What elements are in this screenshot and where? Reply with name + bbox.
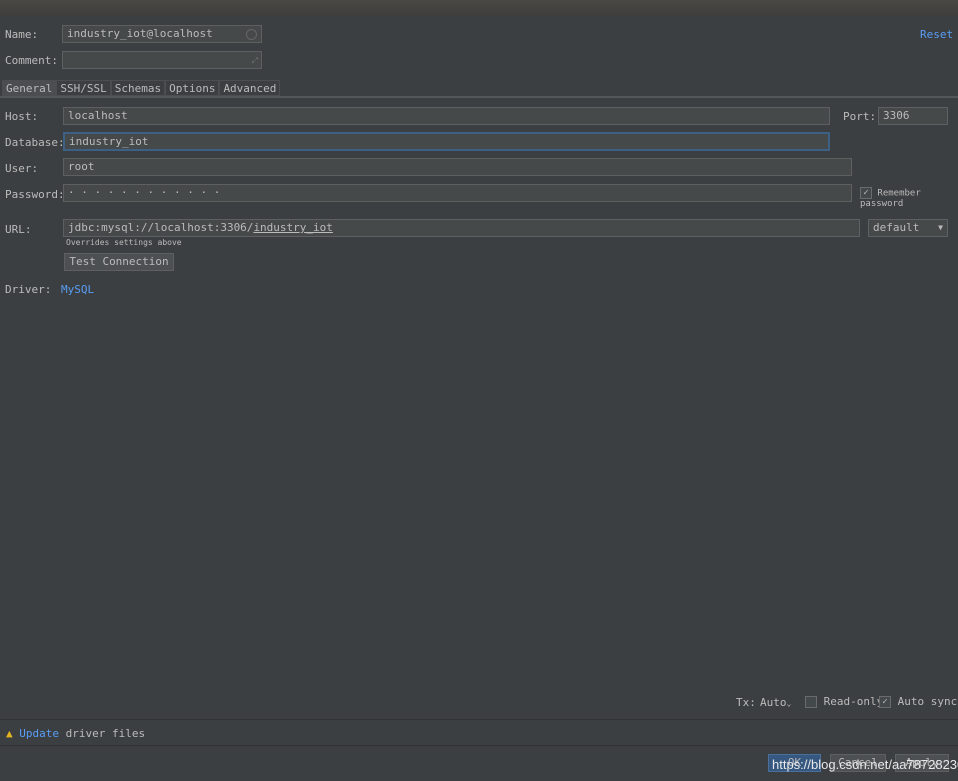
warning-icon: ▲	[6, 727, 13, 740]
name-label: Name:	[5, 28, 39, 41]
database-label: Database:	[5, 136, 65, 149]
name-value: industry_iot@localhost	[67, 27, 213, 40]
user-label: User:	[5, 162, 39, 175]
tab-schemas[interactable]: Schemas	[110, 80, 166, 96]
checkbox-checked-icon[interactable]: ✓	[860, 187, 872, 199]
database-input[interactable]: industry_iot	[63, 132, 830, 151]
url-label: URL:	[5, 223, 32, 236]
url-input[interactable]: jdbc:mysql://localhost:3306/industry_iot	[63, 219, 860, 237]
port-label: Port:	[843, 110, 877, 123]
password-label: Password:	[5, 188, 65, 201]
tx-label: Tx:	[736, 696, 756, 709]
test-connection-button[interactable]: Test Connection	[64, 253, 174, 271]
url-mode-value: default	[873, 221, 920, 234]
host-label: Host:	[5, 110, 39, 123]
port-input[interactable]: 3306	[878, 107, 948, 125]
tx-value: Auto	[760, 696, 787, 709]
watermark: https://blog.csdn.net/aa787282301	[772, 757, 958, 772]
chevron-down-icon: ⌄	[786, 699, 792, 708]
update-driver-link[interactable]: Update	[19, 727, 59, 740]
tab-general[interactable]: General	[2, 80, 57, 96]
tab-advanced[interactable]: Advanced	[219, 80, 281, 96]
tab-ssh-ssl[interactable]: SSH/SSL	[56, 80, 111, 96]
dropdown-arrow-icon: ▼	[938, 223, 943, 232]
name-input[interactable]: industry_iot@localhost	[62, 25, 262, 43]
divider	[0, 745, 958, 746]
divider	[0, 719, 958, 720]
title-bar	[0, 0, 958, 16]
warning-text: driver files	[59, 727, 146, 740]
user-input[interactable]: root	[63, 158, 852, 176]
url-mode-dropdown[interactable]: default ▼	[868, 219, 948, 237]
tab-options[interactable]: Options	[165, 80, 220, 96]
checkbox-checked-icon[interactable]: ✓	[879, 696, 891, 708]
read-only-checkbox[interactable]: Read-only	[805, 695, 883, 708]
host-input[interactable]: localhost	[63, 107, 830, 125]
url-hint: Overrides settings above	[66, 238, 182, 247]
read-only-label: Read-only	[823, 695, 884, 708]
password-input[interactable]: · · · · · · · · · · · ·	[63, 184, 852, 202]
url-prefix: jdbc:mysql://localhost:3306/	[68, 221, 254, 234]
auto-sync-checkbox[interactable]: ✓ Auto sync	[879, 695, 957, 708]
comment-label: Comment:	[5, 54, 58, 67]
tab-divider	[0, 96, 958, 98]
remember-password-checkbox[interactable]: ✓ Remember password	[860, 187, 958, 209]
reset-link[interactable]: Reset	[920, 28, 953, 41]
driver-warning: ▲ Update driver files	[6, 727, 145, 740]
driver-link[interactable]: MySQL	[61, 283, 94, 296]
expand-icon[interactable]: ⤢	[252, 54, 258, 68]
tx-dropdown[interactable]: Auto⌄	[760, 696, 791, 709]
driver-label: Driver:	[5, 283, 52, 296]
comment-input[interactable]: ⤢	[62, 51, 262, 69]
color-circle-icon[interactable]	[246, 29, 257, 40]
tab-bar: General SSH/SSL Schemas Options Advanced	[2, 80, 281, 96]
auto-sync-label: Auto sync	[897, 695, 958, 708]
url-database: industry_iot	[253, 221, 333, 234]
checkbox-unchecked-icon[interactable]	[805, 696, 817, 708]
